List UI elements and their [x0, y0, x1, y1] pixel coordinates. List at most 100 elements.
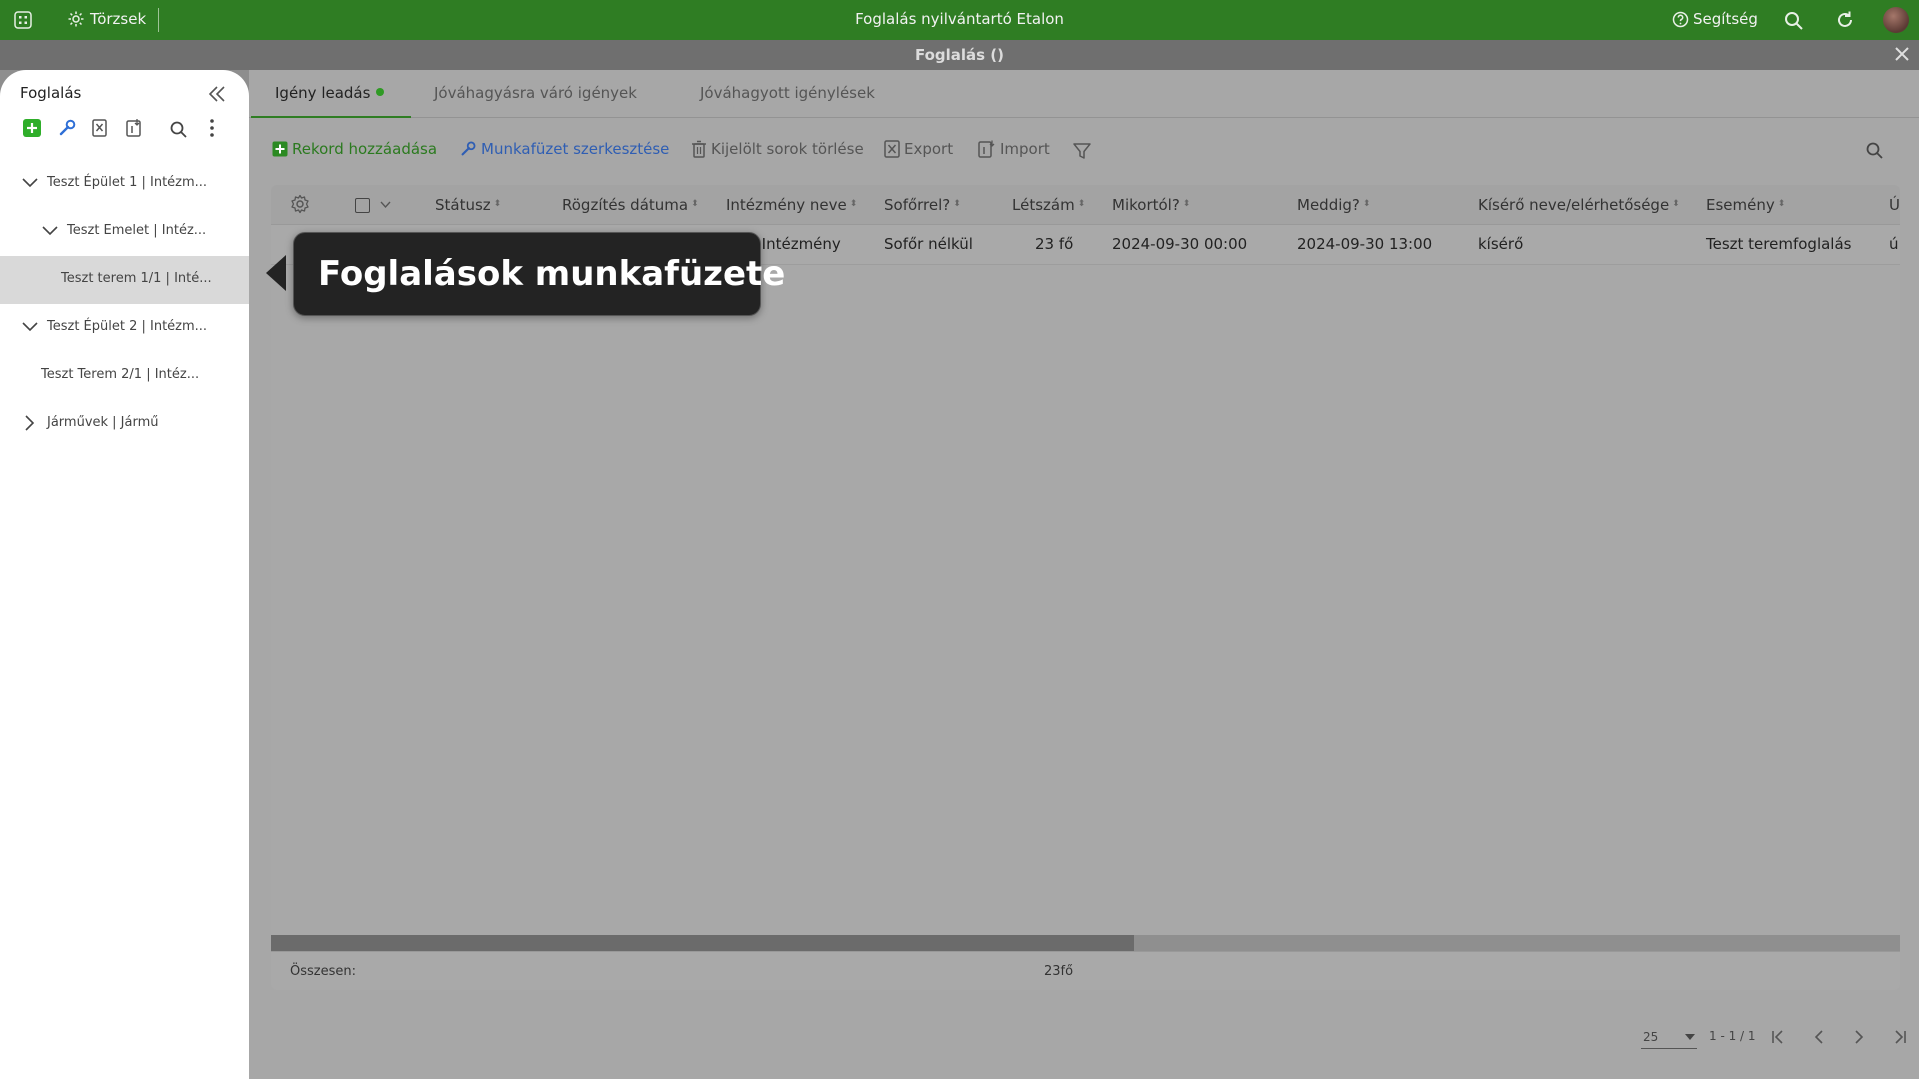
sidebar-title: Foglalás: [20, 84, 82, 102]
refresh-icon[interactable]: [1835, 10, 1855, 30]
column-header-u[interactable]: Ú: [1889, 196, 1900, 214]
tooltip-arrow: [266, 255, 286, 291]
delete-selected-button[interactable]: Kijelölt sorok törlése: [691, 140, 864, 158]
column-header-esemeny[interactable]: Esemény ⬍: [1706, 196, 1785, 214]
tree-node-label: Teszt Emelet | Intéz...: [67, 223, 207, 238]
import-label: Import: [1000, 140, 1050, 158]
tree-node-label: Teszt terem 1/1 | Inté...: [61, 271, 212, 286]
next-page-icon[interactable]: [1849, 1027, 1869, 1047]
tree-node-room-2-1[interactable]: Teszt Terem 2/1 | Intéz...: [0, 352, 249, 400]
sort-icon: ⬍: [1362, 199, 1371, 209]
column-header-intezmeny-neve[interactable]: Intézmény neve ⬍: [726, 196, 857, 214]
torzsek-label: Törzsek: [90, 10, 147, 28]
tree-node-label: Teszt Terem 2/1 | Intéz...: [41, 367, 200, 382]
edit-workbook-label: Munkafüzet szerkesztése: [481, 140, 670, 158]
app-title: Foglalás nyilvántartó Etalon: [855, 10, 1064, 28]
tree-node-vehicles[interactable]: Járművek | Jármű: [0, 400, 249, 448]
horizontal-scrollbar[interactable]: [271, 935, 1900, 951]
sort-icon: ⬍: [691, 199, 699, 209]
tree-node-label: Járművek | Jármű: [47, 415, 159, 430]
column-label: Létszám: [1012, 196, 1075, 214]
column-header-meddig[interactable]: Meddig? ⬍: [1297, 196, 1370, 214]
filter-icon[interactable]: [1072, 141, 1092, 161]
footer-total-sum: 23fő: [1044, 964, 1074, 979]
column-label: Státusz: [435, 196, 491, 214]
grid-search-icon[interactable]: [1865, 141, 1885, 161]
wrench-icon: [461, 141, 476, 156]
export-button[interactable]: Export: [884, 140, 953, 158]
wrench-icon[interactable]: [57, 118, 77, 138]
previous-page-icon[interactable]: [1809, 1027, 1829, 1047]
column-header-statusz[interactable]: Státusz ⬍: [435, 196, 501, 214]
first-page-icon[interactable]: [1769, 1027, 1789, 1047]
chevron-right-icon[interactable]: [22, 415, 38, 431]
import-button[interactable]: Import: [978, 140, 1050, 158]
sort-icon: ⬍: [1077, 199, 1086, 209]
column-label: Rögzítés dátuma: [562, 196, 689, 214]
modal-title: Foglalás (): [914, 46, 1005, 64]
page-size-select[interactable]: 25: [1641, 1027, 1697, 1049]
tree-node-building-2[interactable]: Teszt Épület 2 | Intézm...: [0, 304, 249, 352]
tab-igeny-leadas[interactable]: Igény leadás: [275, 84, 385, 102]
column-header-soforrel[interactable]: Sofőrrel? ⬍: [884, 196, 961, 214]
help-button[interactable]: Segítség: [1672, 10, 1758, 28]
tab-jovahagyott[interactable]: Jóváhagyott igénylések: [700, 84, 875, 102]
main-panel: Igény leadás Jóváhagyásra váró igények J…: [249, 70, 1919, 1079]
excel-export-icon: [884, 140, 900, 158]
tree-node-label: Teszt Épület 2 | Intézm...: [47, 319, 208, 334]
import-file-icon: [978, 140, 995, 158]
add-record-label: Rekord hozzáadása: [292, 140, 438, 158]
column-header-mikortol[interactable]: Mikortól? ⬍: [1112, 196, 1190, 214]
avatar[interactable]: [1883, 7, 1909, 33]
scrollbar-thumb[interactable]: [271, 935, 1135, 951]
add-record-button[interactable]: Rekord hozzáadása: [272, 140, 437, 158]
column-label: Esemény: [1706, 196, 1775, 214]
collapse-sidebar-icon[interactable]: [207, 84, 227, 104]
cell-intezmeny: t Intézmény: [751, 235, 841, 253]
cell-mikortol: 2024-09-30 00:00: [1112, 235, 1248, 253]
tooltip-text: Foglalások munkafüzete: [318, 254, 786, 294]
tree-node-floor[interactable]: Teszt Emelet | Intéz...: [0, 208, 249, 256]
delete-selected-label: Kijelölt sorok törlése: [711, 140, 864, 158]
tree-search-icon[interactable]: [169, 120, 189, 140]
active-tab-indicator: [251, 116, 411, 118]
chevron-down-icon[interactable]: [42, 223, 58, 239]
modal-header: Foglalás (): [0, 40, 1919, 70]
sort-icon: ⬍: [1672, 199, 1680, 209]
column-label: Ú: [1889, 196, 1900, 214]
close-icon[interactable]: [1893, 45, 1911, 63]
active-dot: [376, 87, 385, 96]
tree-node-building-1[interactable]: Teszt Épület 1 | Intézm...: [0, 160, 249, 208]
chevron-down-icon[interactable]: [22, 175, 38, 191]
dropdown-caret-icon: [1685, 1034, 1695, 1040]
sidebar-toolbar: [22, 118, 232, 140]
sort-icon: ⬍: [493, 199, 502, 209]
tree-node-room-1-1[interactable]: Teszt terem 1/1 | Inté...: [0, 256, 249, 304]
column-header-kisero[interactable]: Kísérő neve/elérhetősége ⬍: [1478, 196, 1680, 214]
last-page-icon[interactable]: [1889, 1027, 1909, 1047]
cell-letszam: 23 fő: [1035, 235, 1074, 253]
torzsek-menu[interactable]: Törzsek: [68, 10, 146, 28]
gear-icon[interactable]: [290, 194, 310, 214]
chevron-down-icon[interactable]: [22, 319, 38, 335]
select-all-checkbox[interactable]: [355, 198, 370, 213]
edit-workbook-button[interactable]: Munkafüzet szerkesztése: [459, 140, 669, 158]
tree-node-label: Teszt Épület 1 | Intézm...: [47, 175, 208, 190]
search-icon[interactable]: [1784, 11, 1804, 31]
cell-meddig: 2024-09-30 13:00: [1297, 235, 1433, 253]
sidebar: Foglalás Teszt Épület 1 | Intézm... Tesz…: [0, 70, 249, 1079]
column-label: Kísérő neve/elérhetősége: [1478, 196, 1670, 214]
sort-icon: ⬍: [849, 199, 858, 209]
column-header-letszam[interactable]: Létszám ⬍: [1012, 196, 1085, 214]
tab-jovahagyasra-varo[interactable]: Jóváhagyásra váró igények: [434, 84, 637, 102]
apps-grid-icon[interactable]: [14, 11, 32, 29]
add-node-icon[interactable]: [22, 118, 42, 138]
tab-label: Jóváhagyott igénylések: [700, 84, 875, 102]
sun-gear-icon: [68, 11, 84, 27]
chevron-down-icon[interactable]: [380, 201, 391, 209]
column-header-rogzites-datuma[interactable]: Rögzítés dátuma ⬍: [562, 196, 699, 214]
excel-export-icon[interactable]: [90, 118, 110, 138]
cell-soforrel: Sofőr nélkül: [884, 235, 973, 253]
import-file-icon[interactable]: [124, 118, 144, 138]
more-options-icon[interactable]: [202, 118, 222, 138]
